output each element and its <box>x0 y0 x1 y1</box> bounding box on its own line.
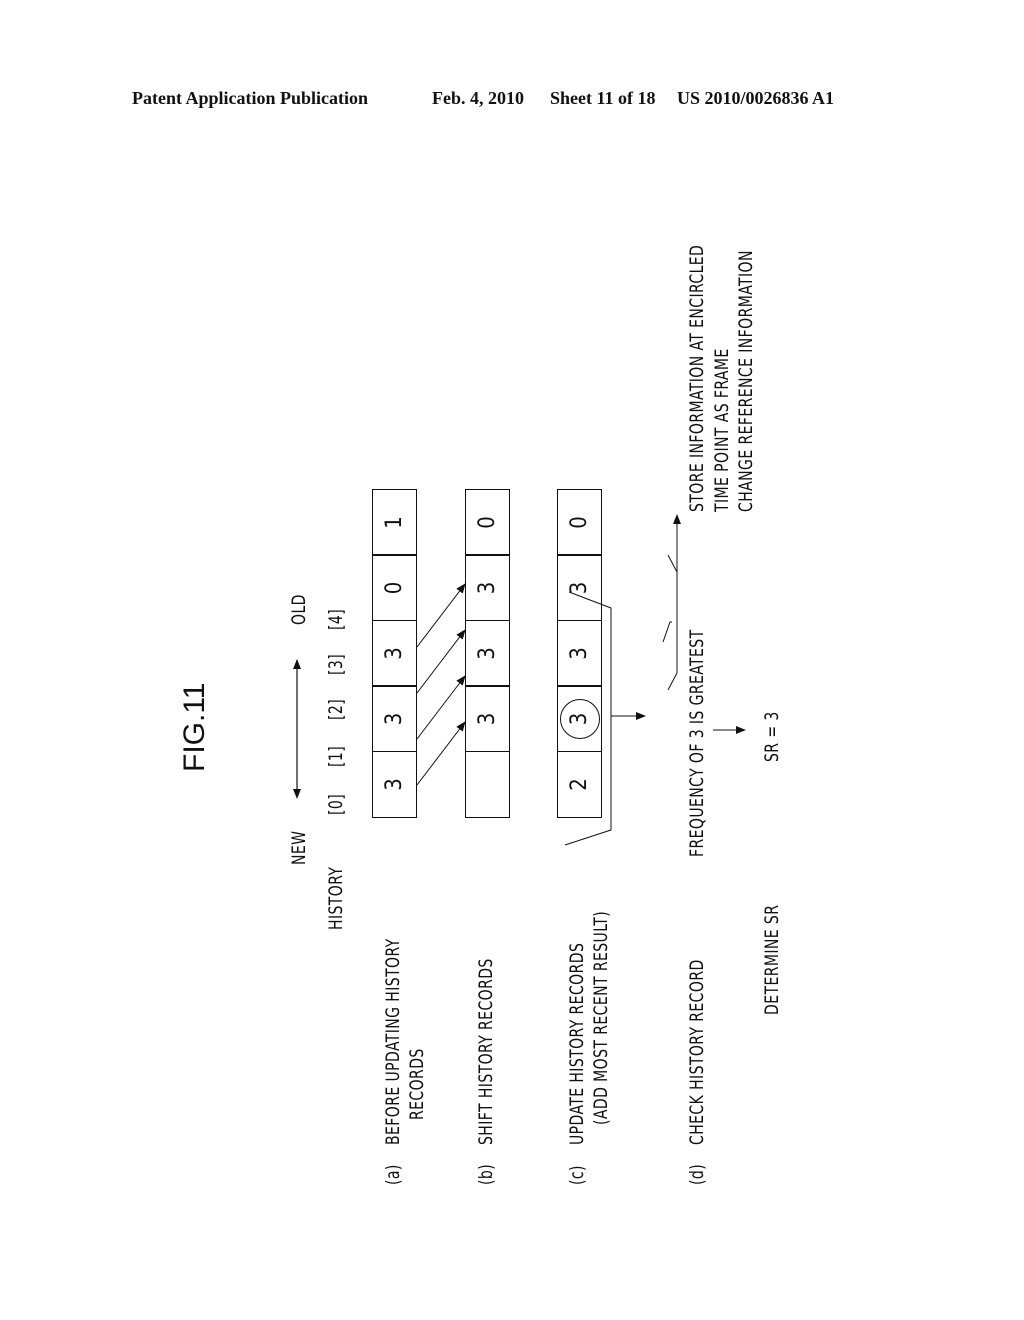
connector-lines <box>293 514 746 846</box>
publication-label: Patent Application Publication <box>132 88 369 108</box>
shift-arrow <box>416 629 466 694</box>
page-header: Patent Application Publication Feb. 4, 2… <box>0 88 1024 114</box>
shift-arrow <box>416 721 466 786</box>
sheet-number: Sheet 11 of 18 <box>550 88 656 108</box>
shift-arrow <box>416 583 466 648</box>
publication-date: Feb. 4, 2010 <box>432 88 524 108</box>
brace-to-store-arrow <box>677 530 717 610</box>
shift-arrow <box>416 675 466 740</box>
figure-11: FIG.11 NEW OLD HISTORY [0] [1] [2] [3] [… <box>140 170 900 1320</box>
result-brace <box>670 532 677 593</box>
patent-number: US 2010/0026836 A1 <box>677 88 835 108</box>
row-c-brace <box>564 591 612 846</box>
frequency-brace <box>662 621 672 643</box>
